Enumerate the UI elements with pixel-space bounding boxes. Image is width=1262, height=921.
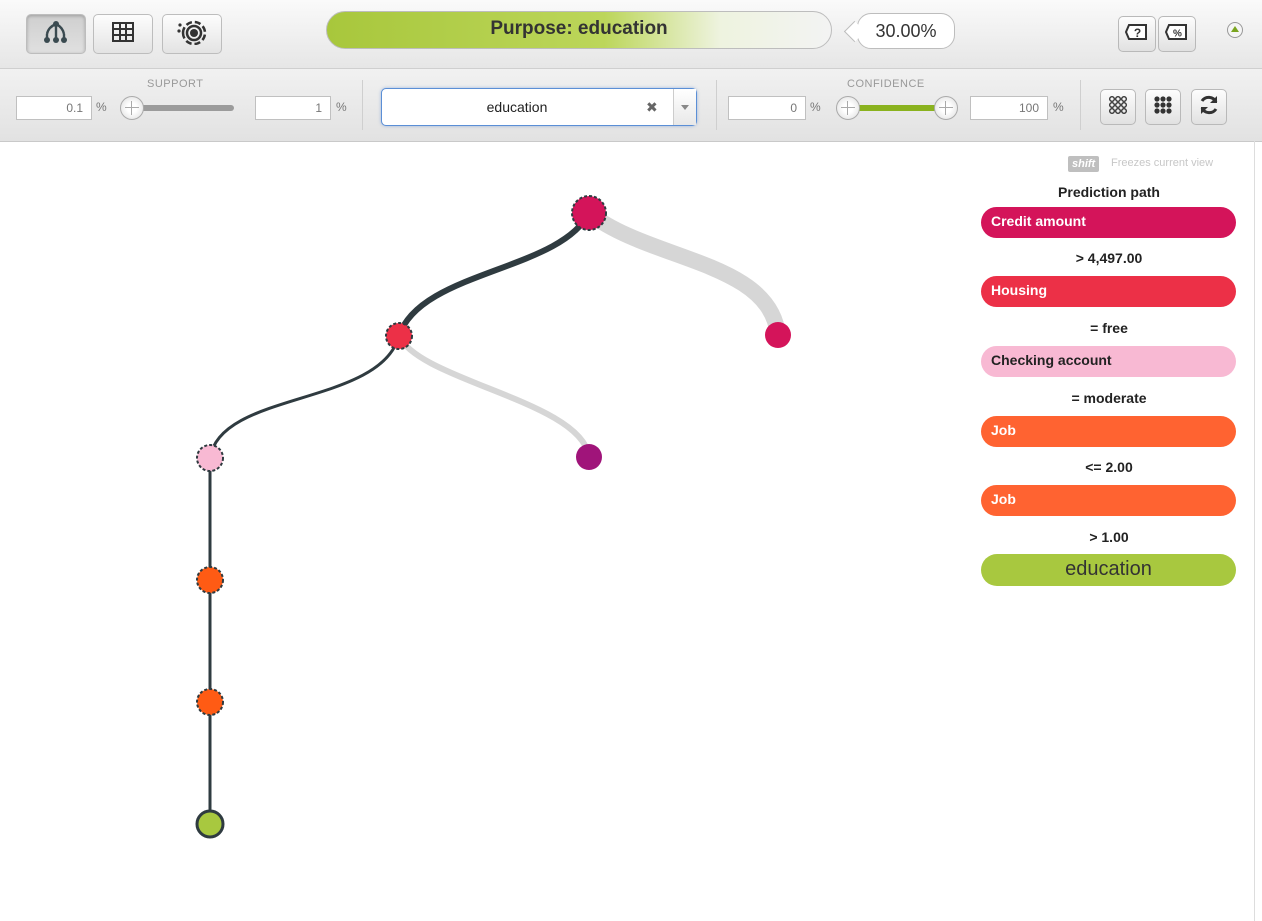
sunburst-view-icon xyxy=(176,19,208,50)
support-max-input[interactable]: 1 xyxy=(255,96,331,120)
confidence-label: CONFIDENCE xyxy=(847,78,925,90)
job-node-1 xyxy=(196,566,224,594)
credit-amount-node xyxy=(571,195,607,231)
support-min-input[interactable]: 0.1 xyxy=(16,96,92,120)
filter-divider xyxy=(362,80,363,130)
branch-root-right xyxy=(581,205,786,343)
chevron-down-icon[interactable] xyxy=(673,89,696,125)
path-step-credit-amount: Credit amount xyxy=(981,207,1236,238)
filter-divider xyxy=(1080,80,1081,130)
support-slider-handle[interactable] xyxy=(120,96,144,120)
path-condition: > 4,497.00 xyxy=(1075,250,1143,266)
refresh-icon xyxy=(1198,94,1220,121)
sunburst-view-button[interactable] xyxy=(162,14,222,54)
top-toolbar: Purpose: education 30.00% ? % xyxy=(0,0,1262,69)
output-select[interactable]: education ✖ xyxy=(381,88,697,126)
support-label: SUPPORT xyxy=(147,78,204,90)
shift-hint: Freezes current view xyxy=(1111,157,1214,169)
purpose-bar: Purpose: education xyxy=(326,11,832,49)
branch-housing-checking xyxy=(208,335,401,459)
path-condition: = free xyxy=(1090,320,1128,336)
sibling-right-node xyxy=(765,322,791,348)
svg-text:?: ? xyxy=(1134,26,1141,40)
prediction-result: education xyxy=(981,554,1236,586)
dense-grid-icon xyxy=(1153,95,1173,120)
collapse-up-icon[interactable] xyxy=(1227,22,1243,38)
percentage-badge: 30.00% xyxy=(857,13,955,49)
confidence-max-unit: % xyxy=(1053,100,1064,114)
table-view-button[interactable] xyxy=(93,14,153,54)
question-summary-button[interactable]: ? xyxy=(1118,16,1156,52)
tree-view-button[interactable] xyxy=(26,14,86,54)
percent-summary-button[interactable]: % xyxy=(1158,16,1196,52)
job-node-2 xyxy=(196,688,224,716)
checking-account-node xyxy=(196,444,224,472)
svg-text:%: % xyxy=(1173,28,1182,39)
filter-divider xyxy=(716,80,717,130)
decision-tree-canvas xyxy=(195,195,791,839)
prediction-path-title: Prediction path xyxy=(1058,184,1160,200)
path-step-job: Job xyxy=(981,416,1236,447)
support-max-unit: % xyxy=(336,100,347,114)
output-select-value: education xyxy=(486,99,548,115)
sibling-purple-node xyxy=(576,444,602,470)
path-step-job: Job xyxy=(981,485,1236,516)
confidence-slider-min-handle[interactable] xyxy=(836,96,860,120)
branch-root-housing xyxy=(396,211,592,338)
sparse-grid-icon xyxy=(1108,95,1128,120)
path-condition: <= 2.00 xyxy=(1085,459,1133,475)
percent-summary-icon: % xyxy=(1164,22,1189,47)
refresh-button[interactable] xyxy=(1191,89,1227,125)
confidence-max-input[interactable]: 100 xyxy=(970,96,1048,120)
confidence-min-input[interactable]: 0 xyxy=(728,96,806,120)
path-condition: = moderate xyxy=(1071,390,1147,406)
path-step-housing: Housing xyxy=(981,276,1236,307)
housing-node xyxy=(385,322,413,350)
dense-grid-button[interactable] xyxy=(1145,89,1181,125)
confidence-slider-max-handle[interactable] xyxy=(934,96,958,120)
shift-key-badge: shift xyxy=(1068,156,1100,172)
tree-view-icon xyxy=(42,20,70,49)
branch-housing-right xyxy=(396,333,592,459)
leaf-education-node xyxy=(195,809,225,839)
path-step-checking-account: Checking account xyxy=(981,346,1236,377)
table-view-icon xyxy=(112,21,134,47)
scrollbar[interactable] xyxy=(1254,141,1255,921)
question-summary-icon: ? xyxy=(1124,22,1149,47)
support-min-unit: % xyxy=(96,100,107,114)
confidence-min-unit: % xyxy=(810,100,821,114)
path-condition: > 1.00 xyxy=(1089,529,1129,545)
sparse-grid-button[interactable] xyxy=(1100,89,1136,125)
clear-icon[interactable]: ✖ xyxy=(646,99,658,116)
